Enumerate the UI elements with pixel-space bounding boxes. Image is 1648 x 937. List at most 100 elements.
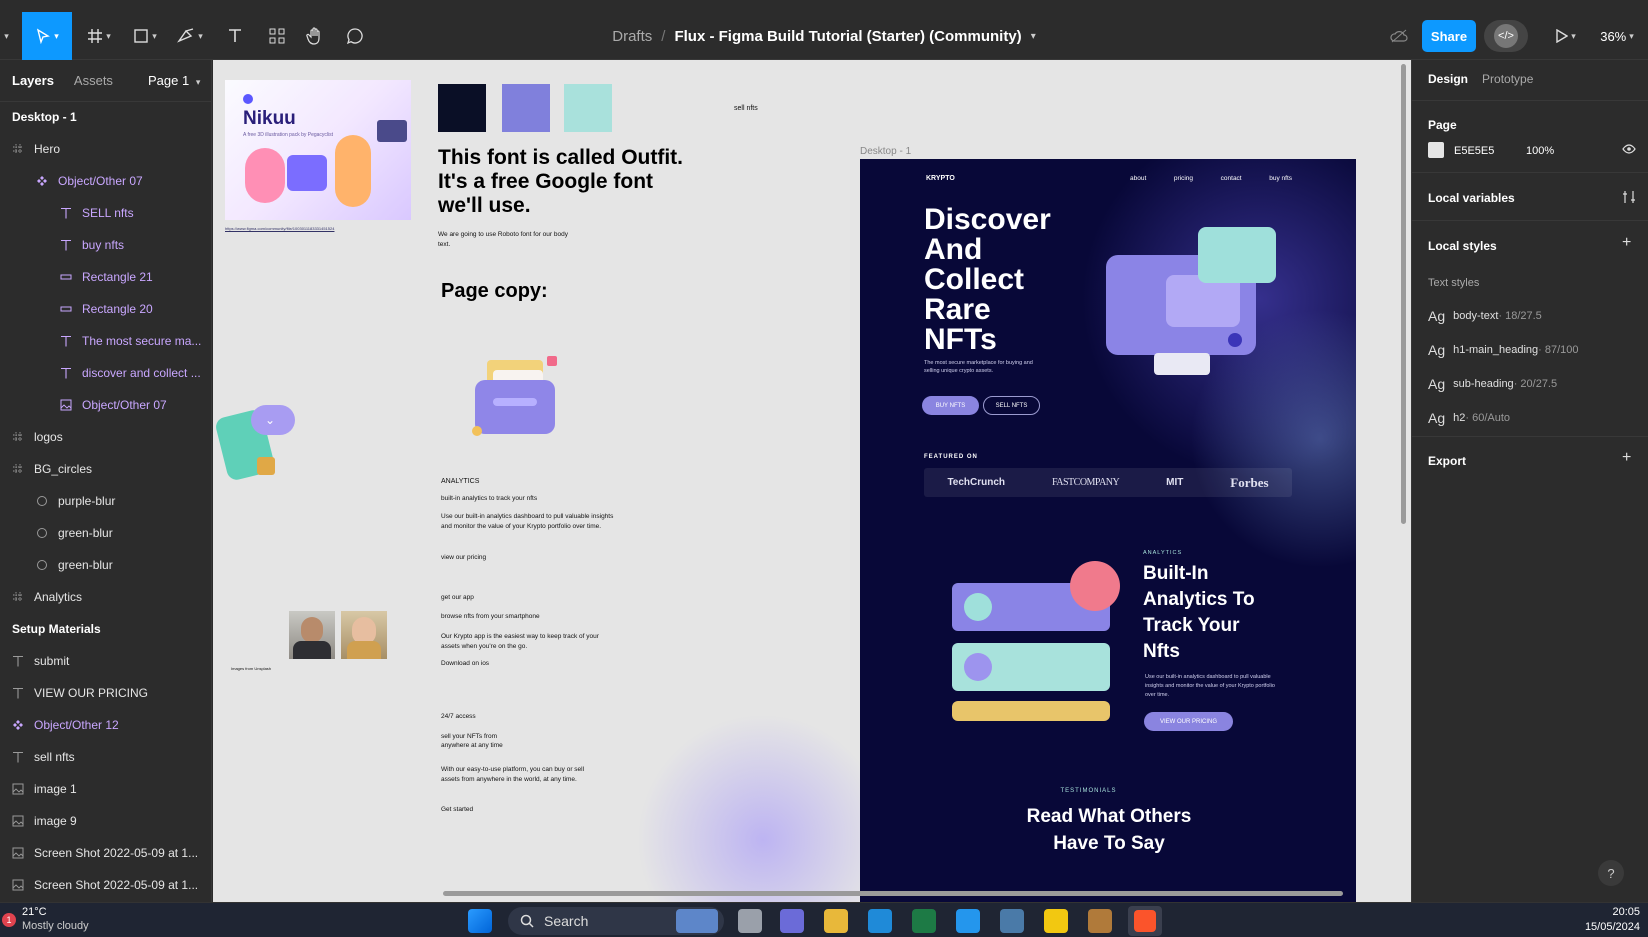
site-sell-button[interactable]: SELL NFTS (983, 396, 1040, 415)
teams-icon[interactable] (780, 909, 804, 933)
layer-row[interactable]: BG_circles (0, 453, 211, 485)
windows-start-icon[interactable] (468, 909, 492, 933)
weather-temp[interactable]: 21°C (22, 906, 47, 918)
layer-row[interactable]: sell nfts (0, 741, 211, 773)
hand-tool-button[interactable] (300, 12, 330, 60)
layer-label: buy nfts (82, 238, 125, 252)
dev-mode-toggle[interactable]: </> (1484, 20, 1528, 52)
clock-time[interactable]: 20:05 (1560, 906, 1640, 918)
tab-prototype[interactable]: Prototype (1482, 72, 1533, 86)
page-color-value[interactable]: E5E5E5 (1454, 145, 1494, 157)
site-nav: about pricing contact buy nfts (1130, 175, 1292, 182)
figma-community-link[interactable]: https://www.figma.com/community/file/100… (225, 226, 334, 231)
file-title[interactable]: Flux - Figma Build Tutorial (Starter) (C… (674, 28, 1021, 45)
add-style-plus-icon[interactable]: + (1622, 234, 1631, 252)
text-style-row[interactable]: Ag h2 · 60/Auto (1428, 410, 1510, 426)
layer-row[interactable]: Object/Other 12 (0, 709, 211, 741)
brave-browser-icon[interactable] (1128, 906, 1162, 936)
text-style-row[interactable]: Ag h1-main_heading · 87/100 (1428, 342, 1579, 358)
share-button[interactable]: Share (1422, 20, 1476, 52)
layer-row[interactable]: Object/Other 07 (0, 389, 211, 421)
nikuu-screen-icon (287, 155, 327, 191)
layer-row[interactable]: The most secure ma... (0, 325, 211, 357)
layer-row[interactable]: SELL nfts (0, 197, 211, 229)
site-nav-about[interactable]: about (1130, 175, 1146, 182)
frame-tool-button[interactable]: ▾ (82, 12, 116, 60)
books-icon[interactable] (1088, 909, 1112, 933)
add-export-plus-icon[interactable]: + (1622, 449, 1631, 467)
ellipse-icon (34, 493, 50, 509)
file-explorer-icon[interactable] (824, 909, 848, 933)
text-style-name: sub-heading (1453, 378, 1514, 390)
layer-row[interactable]: buy nfts (0, 229, 211, 261)
docker-icon[interactable] (956, 909, 980, 933)
layer-row[interactable]: Hero (0, 133, 211, 165)
tab-assets[interactable]: Assets (74, 73, 113, 88)
pen-icon (177, 28, 194, 43)
powerbi-icon[interactable] (1044, 909, 1068, 933)
excel-icon[interactable] (912, 909, 936, 933)
layer-row[interactable]: green-blur (0, 517, 211, 549)
layer-row[interactable]: purple-blur (0, 485, 211, 517)
layer-row[interactable]: submit (0, 645, 211, 677)
layer-row[interactable]: green-blur (0, 549, 211, 581)
horizontal-scrollbar[interactable] (443, 891, 1343, 896)
color-swatch-mint (564, 84, 612, 132)
site-nav-contact[interactable]: contact (1221, 175, 1242, 182)
file-menu-chevron-icon[interactable]: ▾ (1031, 31, 1036, 42)
frame-grid-icon (10, 141, 26, 157)
wireshark-icon[interactable] (1000, 909, 1024, 933)
help-button[interactable]: ? (1598, 860, 1624, 886)
layer-row[interactable]: Rectangle 21 (0, 261, 211, 293)
frame-label[interactable]: Desktop - 1 (860, 146, 911, 157)
breadcrumb-drafts[interactable]: Drafts (612, 28, 652, 45)
shape-tool-button[interactable]: ▾ (128, 12, 162, 60)
layer-row[interactable]: discover and collect ... (0, 357, 211, 389)
site-view-pricing-button[interactable]: VIEW OUR PRICING (1144, 712, 1233, 731)
layer-row[interactable]: VIEW OUR PRICING (0, 677, 211, 709)
text-tool-button[interactable] (220, 12, 250, 60)
roboto-note: We are going to use Roboto font for our … (438, 231, 568, 248)
zoom-dropdown[interactable]: 36% ▾ (1592, 12, 1642, 60)
vertical-scrollbar[interactable] (1401, 64, 1406, 524)
layer-row[interactable]: Screen Shot 2022-05-09 at 1... (0, 837, 211, 869)
site-analytics-title: Built-In Analytics To Track Your Nfts (1143, 563, 1255, 662)
main-menu-caret[interactable]: ▾ (0, 12, 10, 60)
layer-row[interactable]: Object/Other 07 (0, 165, 211, 197)
page-color-swatch[interactable] (1428, 142, 1444, 158)
layer-row[interactable]: image 9 (0, 805, 211, 837)
layer-row[interactable]: Analytics (0, 581, 211, 613)
text-style-ag-icon: Ag (1428, 410, 1446, 426)
task-view-icon[interactable] (738, 909, 762, 933)
layer-row[interactable]: Rectangle 20 (0, 293, 211, 325)
vscode-icon[interactable] (868, 909, 892, 933)
clock-date[interactable]: 15/05/2024 (1560, 921, 1640, 933)
text-style-row[interactable]: Ag sub-heading · 20/27.5 (1428, 376, 1557, 392)
tab-design[interactable]: Design (1428, 72, 1468, 86)
layer-row[interactable]: Screen Shot 2022-05-09 at 1... (0, 869, 211, 901)
text-style-size: · 20/27.5 (1513, 378, 1558, 390)
resources-tool-button[interactable] (262, 12, 292, 60)
site-buy-button[interactable]: BUY NFTS (922, 396, 979, 415)
present-button[interactable]: ▾ (1548, 12, 1584, 60)
site-nav-buy[interactable]: buy nfts (1269, 175, 1292, 182)
pen-tool-button[interactable]: ▾ (172, 12, 208, 60)
page-opacity-value[interactable]: 100% (1526, 145, 1554, 157)
layer-row[interactable]: image 1 (0, 773, 211, 805)
text-style-name: h2 (1453, 412, 1466, 424)
search-highlight-icon (676, 909, 718, 933)
layer-section-setup-materials[interactable]: Setup Materials (0, 613, 211, 645)
layer-row[interactable]: logos (0, 421, 211, 453)
site-nav-pricing[interactable]: pricing (1174, 175, 1193, 182)
weather-desc[interactable]: Mostly cloudy (22, 920, 89, 932)
move-tool-button[interactable]: ▾ (22, 12, 72, 60)
page-selector[interactable]: Page 1 ▾ (148, 73, 200, 88)
comment-tool-button[interactable] (340, 12, 370, 60)
desktop-frame[interactable]: KRYPTO about pricing contact buy nfts Di… (860, 159, 1356, 902)
layer-frame-desktop[interactable]: Desktop - 1 (0, 101, 211, 133)
visibility-eye-icon[interactable] (1622, 144, 1636, 154)
design-canvas[interactable]: Nikuu A free 3D illustration pack by Peg… (213, 60, 1411, 902)
tab-layers[interactable]: Layers (12, 73, 54, 88)
text-style-row[interactable]: Ag body-text · 18/27.5 (1428, 308, 1542, 324)
variables-settings-icon[interactable] (1622, 190, 1636, 204)
